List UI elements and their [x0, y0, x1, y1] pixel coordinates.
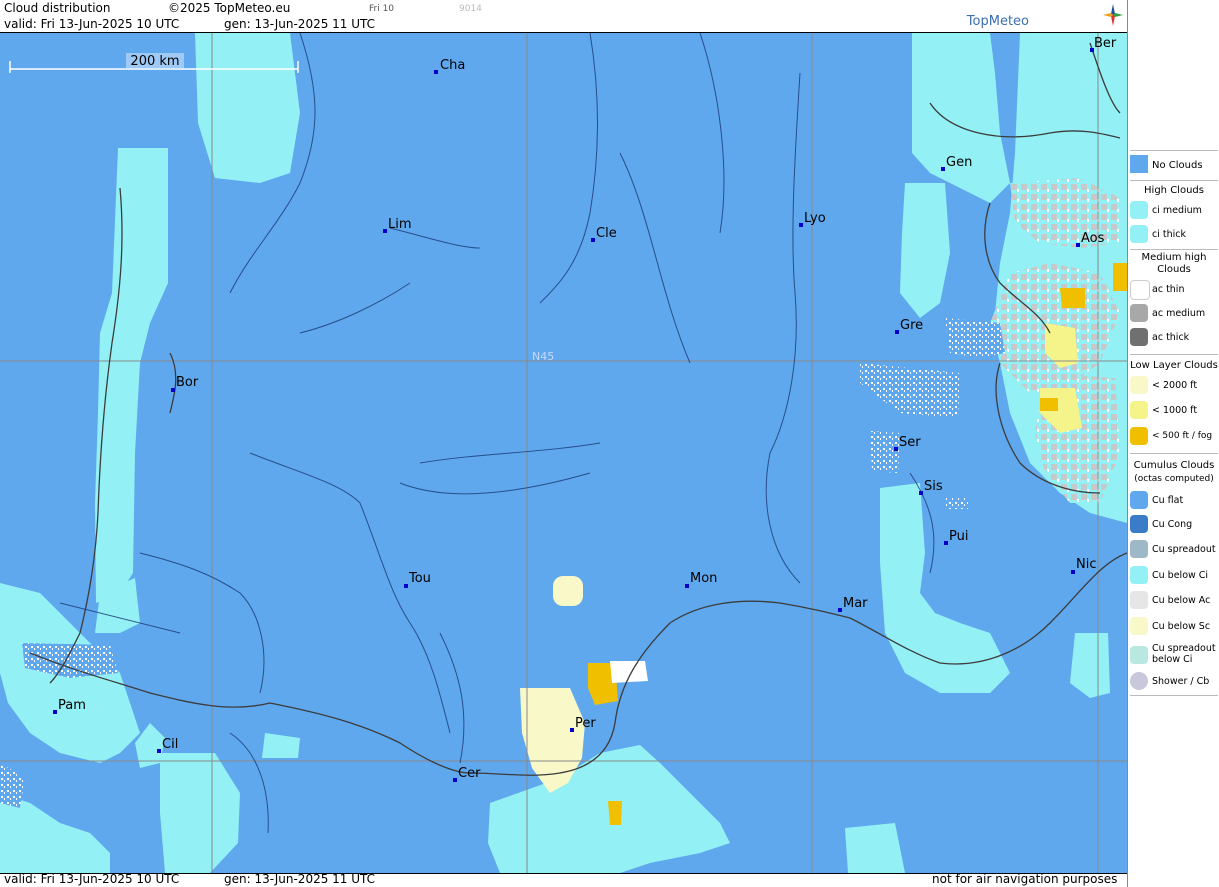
svg-text:Ber: Ber — [1094, 36, 1117, 51]
cu-below-sc-swatch — [1130, 617, 1148, 635]
cu-below-ci-swatch — [1130, 566, 1148, 584]
shower-cb-swatch — [1130, 672, 1148, 690]
footer-bar: valid: Fri 13-Jun-2025 10 UTC gen: 13-Ju… — [0, 872, 1127, 887]
header-bar: Cloud distribution ©2025 TopMeteo.eu Fri… — [0, 0, 1127, 32]
city-marker[interactable]: Aos — [1076, 231, 1105, 247]
city-marker[interactable]: Ber — [1090, 36, 1117, 52]
legend-octas-note: (octas computed) — [1134, 474, 1214, 484]
legend-medium-clouds-heading: Medium high Clouds — [1141, 252, 1207, 275]
city-marker[interactable]: Gre — [895, 318, 923, 334]
svg-text:Cle: Cle — [596, 226, 617, 241]
city-marker[interactable]: Mar — [838, 596, 868, 612]
city-marker[interactable]: Lim — [383, 217, 412, 233]
lt500-swatch — [1130, 427, 1148, 445]
ac-thin-swatch — [1130, 280, 1150, 300]
legend-no-clouds: No Clouds — [1128, 155, 1219, 177]
legend-high-clouds-heading: High Clouds — [1144, 185, 1204, 196]
city-marker[interactable]: Gen — [941, 155, 972, 171]
map-title: Cloud distribution — [4, 1, 111, 15]
city-marker[interactable]: Mon — [685, 571, 717, 588]
lt2000-swatch — [1130, 376, 1148, 394]
cu-spreadout-swatch — [1130, 540, 1148, 558]
svg-text:Per: Per — [575, 716, 596, 731]
legend-cu-spreadout-below-ci: Cu spreadout below Ci — [1128, 643, 1219, 669]
legend-shower-cb: Shower / Cb — [1128, 672, 1219, 692]
disclaimer: not for air navigation purposes — [932, 872, 1118, 886]
legend-lt500: < 500 ft / fog — [1128, 427, 1219, 447]
svg-text:Mon: Mon — [690, 571, 717, 586]
svg-text:Cha: Cha — [440, 58, 465, 73]
valid-time: valid: Fri 13-Jun-2025 10 UTC — [4, 17, 180, 31]
legend-ac-thin: ac thin — [1128, 280, 1219, 300]
day-tab[interactable]: Fri 10 — [369, 4, 394, 14]
city-marker[interactable]: Bor — [171, 375, 199, 392]
legend-lt1000: < 1000 ft — [1128, 401, 1219, 421]
no-clouds-swatch — [1130, 155, 1148, 173]
svg-text:Pui: Pui — [949, 529, 968, 544]
legend-ci-thick: ci thick — [1128, 225, 1219, 245]
footer-generated-time: gen: 13-Jun-2025 11 UTC — [224, 872, 376, 886]
legend-cu-spreadout: Cu spreadout — [1128, 540, 1219, 560]
svg-text:Sis: Sis — [924, 479, 943, 494]
svg-text:Mar: Mar — [843, 596, 868, 611]
svg-text:Gen: Gen — [946, 155, 972, 170]
legend-ci-medium: ci medium — [1128, 201, 1219, 221]
lt1000-swatch — [1130, 401, 1148, 419]
svg-text:Lyo: Lyo — [804, 211, 826, 226]
scale-label: 200 km — [130, 54, 179, 69]
legend-ac-medium: ac medium — [1128, 304, 1219, 324]
svg-text:Gre: Gre — [900, 318, 923, 333]
copyright: ©2025 TopMeteo.eu — [168, 1, 291, 15]
ac-thick-swatch — [1130, 328, 1148, 346]
legend-low-clouds-heading: Low Layer Clouds — [1130, 360, 1218, 371]
cu-below-ac-swatch — [1130, 591, 1148, 609]
legend-cu-below-ac: Cu below Ac — [1128, 591, 1219, 611]
cu-flat-swatch — [1130, 491, 1148, 509]
city-marker[interactable]: Cer — [453, 766, 481, 782]
map-code: 9014 — [459, 4, 482, 14]
generated-time: gen: 13-Jun-2025 11 UTC — [224, 17, 376, 31]
legend-cumulus-heading: Cumulus Clouds — [1133, 460, 1215, 471]
ci-thick-swatch — [1130, 225, 1148, 243]
svg-text:Cer: Cer — [458, 766, 481, 781]
legend-cu-cong: Cu Cong — [1128, 515, 1219, 535]
svg-text:Bor: Bor — [176, 375, 199, 390]
legend-lt2000: < 2000 ft — [1128, 376, 1219, 396]
ci-medium-swatch — [1130, 201, 1148, 219]
svg-text:Lim: Lim — [388, 217, 412, 232]
cloud-map[interactable]: N45 200 km Cha Ber Gen Lim Cle Lyo Aos G… — [0, 32, 1127, 874]
city-marker[interactable]: Pam — [53, 698, 86, 714]
city-marker[interactable]: Ser — [894, 435, 921, 451]
footer-valid-time: valid: Fri 13-Jun-2025 10 UTC — [4, 872, 180, 886]
legend-ac-thick: ac thick — [1128, 328, 1219, 348]
svg-text:Tou: Tou — [408, 571, 431, 586]
cu-cong-swatch — [1130, 515, 1148, 533]
legend-panel: No Clouds High Clouds ci medium ci thick… — [1127, 0, 1219, 887]
svg-text:Ser: Ser — [899, 435, 921, 450]
svg-text:Nic: Nic — [1076, 557, 1096, 572]
svg-text:Aos: Aos — [1081, 231, 1105, 246]
map-svg: N45 200 km Cha Ber Gen Lim Cle Lyo Aos G… — [0, 33, 1127, 873]
topmeteo-logo: TopMeteo — [966, 14, 1029, 29]
legend-cu-below-ci: Cu below Ci — [1128, 566, 1219, 586]
latitude-label: N45 — [532, 350, 554, 363]
ac-medium-swatch — [1130, 304, 1148, 322]
legend-cu-flat: Cu flat — [1128, 491, 1219, 511]
cu-spreadout-below-ci-swatch — [1130, 646, 1148, 664]
compass-star-icon — [1103, 4, 1123, 26]
city-marker[interactable]: Tou — [404, 571, 431, 588]
svg-text:Pam: Pam — [58, 698, 86, 713]
legend-cu-below-sc: Cu below Sc — [1128, 617, 1219, 637]
svg-text:Cil: Cil — [162, 737, 178, 752]
